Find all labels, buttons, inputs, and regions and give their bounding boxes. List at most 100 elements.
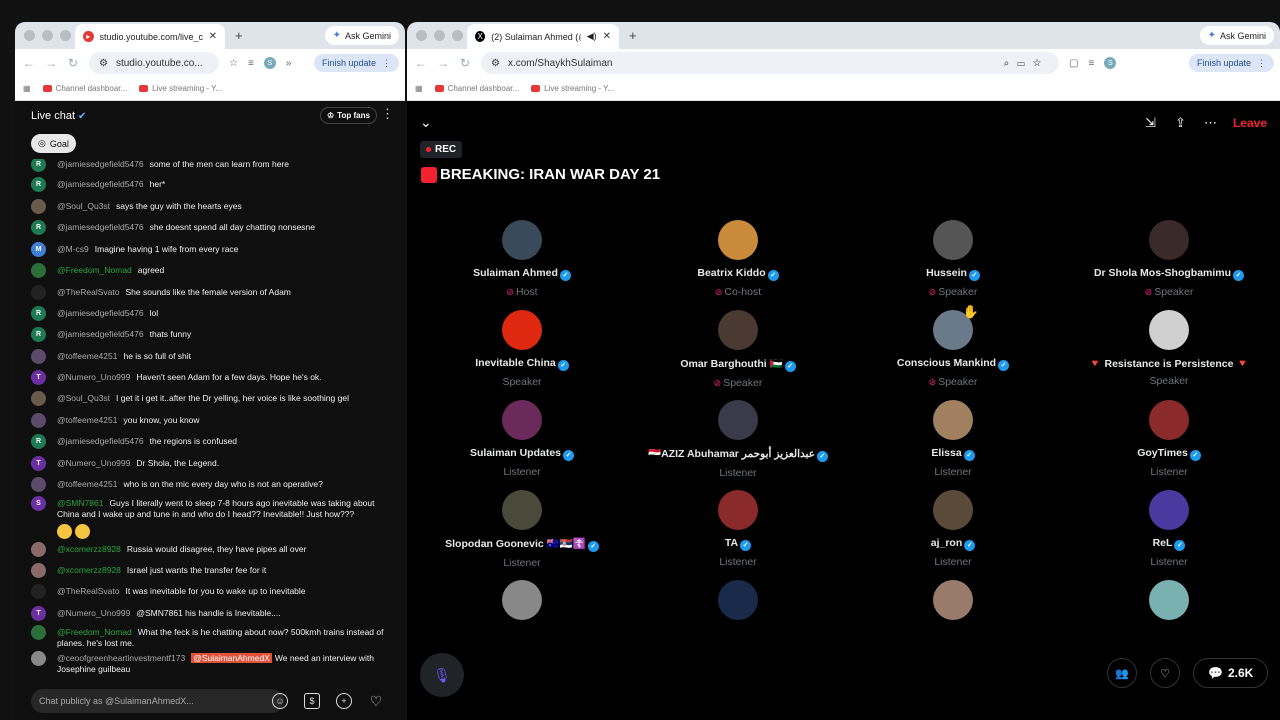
chat-message[interactable]: R @jamiesedgefield5476 thats funny bbox=[31, 327, 391, 342]
apps-grid-icon[interactable]: ▦ bbox=[23, 84, 31, 93]
chat-username[interactable]: @jamiesedgefield5476 bbox=[57, 179, 144, 189]
chat-avatar[interactable]: R bbox=[31, 177, 46, 192]
profile-avatar[interactable]: S bbox=[1104, 57, 1117, 69]
window-controls[interactable] bbox=[15, 30, 75, 41]
chat-input[interactable]: Chat publicly as @SulaimanAhmedX... bbox=[31, 689, 284, 713]
new-tab-button[interactable]: + bbox=[629, 28, 637, 43]
chat-message[interactable]: T @Numero_Uno999 Dr Shola, the Legend. bbox=[31, 456, 391, 471]
site-settings-icon[interactable]: ⚙ bbox=[491, 58, 500, 69]
chat-avatar[interactable]: R bbox=[31, 159, 46, 172]
chat-avatar[interactable]: M bbox=[31, 242, 46, 257]
chat-username[interactable]: @toffeeme4251 bbox=[57, 415, 117, 425]
chat-username[interactable]: @xcomerzz8928 bbox=[57, 544, 121, 554]
chat-message[interactable]: @xcomerzz8928 Russia would disagree, they… bbox=[31, 542, 391, 557]
chat-message[interactable]: @toffeeme4251 he is so full of shit bbox=[31, 349, 391, 364]
live-chat-title[interactable]: Live chat ✔ bbox=[31, 110, 86, 122]
chat-username[interactable]: @SMN7861 bbox=[57, 498, 103, 508]
chat-username[interactable]: @M-cs9 bbox=[57, 244, 89, 254]
chat-message[interactable]: R @jamiesedgefield5476 lol bbox=[31, 306, 391, 321]
chat-username[interactable]: @Numero_Uno999 bbox=[57, 608, 130, 618]
ask-gemini-button[interactable]: ✦ Ask Gemini bbox=[324, 26, 399, 45]
window-controls[interactable] bbox=[407, 30, 467, 41]
participant-card[interactable]: 🔻 Resistance is Persistence 🔻 Speaker bbox=[1069, 310, 1269, 387]
finish-update-button[interactable]: Finish update ⋮ bbox=[313, 54, 399, 72]
chat-avatar[interactable] bbox=[31, 651, 46, 666]
cast-icon[interactable]: ▭ bbox=[1017, 58, 1033, 69]
participant-avatar[interactable] bbox=[1149, 400, 1189, 440]
add-icon[interactable]: + bbox=[336, 693, 352, 709]
chat-avatar[interactable]: R bbox=[31, 306, 46, 321]
chat-message[interactable]: M @M-cs9 Imagine having 1 wife from every … bbox=[31, 242, 391, 257]
participant-card[interactable] bbox=[1069, 580, 1269, 620]
emoji-icon[interactable]: ☺ bbox=[272, 693, 288, 709]
address-bar[interactable]: ⚙ studio.youtube.co... bbox=[89, 52, 219, 74]
participant-card[interactable]: ReL ✓ Listener bbox=[1069, 490, 1269, 568]
zoom-icon[interactable]: ⌕ bbox=[1004, 58, 1018, 69]
participant-card[interactable]: Elissa ✓ Listener bbox=[853, 400, 1053, 478]
participant-avatar[interactable] bbox=[933, 400, 973, 440]
chat-avatar[interactable] bbox=[31, 263, 46, 278]
chat-username[interactable]: @jamiesedgefield5476 bbox=[57, 159, 144, 169]
participant-avatar[interactable] bbox=[718, 490, 758, 530]
participant-card[interactable] bbox=[638, 580, 838, 620]
chat-message[interactable]: @Freedom_Nomad What the feck is he chatti… bbox=[31, 625, 391, 649]
share-icon[interactable]: ⇪ bbox=[1175, 115, 1186, 131]
participant-card[interactable]: ✋ Conscious Mankind ✓ ⊘ Speaker bbox=[853, 304, 1053, 388]
participant-card[interactable]: Inevitable China ✓ Speaker bbox=[422, 310, 622, 388]
chat-message[interactable]: T @Numero_Uno999 @SMN7861 his handle is In… bbox=[31, 606, 391, 621]
chat-avatar[interactable] bbox=[31, 391, 46, 406]
close-tab-icon[interactable]: ✕ bbox=[603, 31, 611, 42]
chat-avatar[interactable]: T bbox=[31, 370, 46, 385]
super-chat-icon[interactable]: $ bbox=[304, 693, 320, 709]
minimize-window-button[interactable] bbox=[434, 30, 445, 41]
forward-icon[interactable]: → bbox=[45, 56, 57, 70]
close-tab-icon[interactable]: ✕ bbox=[209, 31, 217, 42]
participant-avatar[interactable] bbox=[502, 220, 542, 260]
extensions-icon[interactable]: ▢ bbox=[1069, 58, 1078, 69]
participant-card[interactable] bbox=[422, 580, 622, 620]
participant-avatar[interactable] bbox=[1149, 220, 1189, 260]
chat-message[interactable]: @Soul_Qu3st says the guy with the hearts … bbox=[31, 199, 391, 214]
chat-username[interactable]: @TheRealSvato bbox=[57, 586, 120, 596]
participant-avatar[interactable] bbox=[718, 580, 758, 620]
tab-youtube-studio[interactable]: ▸ studio.youtube.com/live_chat ✕ bbox=[75, 24, 225, 49]
address-bar[interactable]: ⚙ x.com/ShaykhSulaiman ⌕▭☆ bbox=[481, 52, 1059, 74]
chat-avatar[interactable] bbox=[31, 199, 46, 214]
tab-x-profile[interactable]: X (2) Sulaiman Ahmed (@ShaykhSulaiman ◀)… bbox=[467, 24, 619, 49]
chat-username[interactable]: @Numero_Uno999 bbox=[57, 458, 130, 468]
participant-card[interactable]: GoyTimes ✓ Listener bbox=[1069, 400, 1269, 478]
chat-avatar[interactable]: S bbox=[31, 496, 46, 511]
reactions-button[interactable]: ♡ bbox=[1150, 658, 1180, 688]
chat-avatar[interactable] bbox=[31, 413, 46, 428]
participant-card[interactable]: Sulaiman Ahmed ✓ ⊘ Host bbox=[422, 220, 622, 298]
chat-message[interactable]: R @jamiesedgefield5476 some of the men can… bbox=[31, 159, 391, 172]
reading-list-icon[interactable]: ≡ bbox=[1088, 58, 1094, 69]
reload-icon[interactable]: ↻ bbox=[459, 56, 471, 70]
participant-card[interactable]: Beatrix Kiddo ✓ ⊘ Co-host bbox=[638, 220, 838, 298]
participant-card[interactable]: Omar Barghouthi 🇵🇸 ✓ ⊘ Speaker bbox=[638, 310, 838, 389]
site-settings-icon[interactable]: ⚙ bbox=[99, 58, 108, 69]
participant-avatar[interactable] bbox=[1149, 490, 1189, 530]
chat-message[interactable]: @xcomerzz8928 Israel just wants the trans… bbox=[31, 563, 391, 578]
chat-avatar[interactable]: T bbox=[31, 606, 46, 621]
bookmark-live-streaming[interactable]: Live streaming - Y... bbox=[139, 84, 222, 93]
participant-avatar[interactable] bbox=[933, 220, 973, 260]
chat-username[interactable]: @Numero_Uno999 bbox=[57, 372, 130, 382]
browser-menu-icon[interactable]: ⋮ bbox=[1257, 58, 1266, 69]
leave-button[interactable]: Leave bbox=[1233, 116, 1267, 130]
chat-message[interactable]: @TheRealSvato She sounds like the female … bbox=[31, 285, 391, 300]
chat-username[interactable]: @jamiesedgefield5476 bbox=[57, 222, 144, 232]
forward-icon[interactable]: → bbox=[437, 56, 449, 70]
chat-avatar[interactable]: T bbox=[31, 456, 46, 471]
chat-avatar[interactable] bbox=[31, 477, 46, 492]
collapse-chevron-icon[interactable]: ⌄ bbox=[420, 114, 432, 131]
chat-mention[interactable]: @SulaimanAhmedX bbox=[191, 653, 272, 663]
chat-username[interactable]: @Freedom_Nomad bbox=[57, 265, 132, 275]
chat-avatar[interactable]: R bbox=[31, 327, 46, 342]
participant-avatar[interactable] bbox=[718, 310, 758, 350]
chat-message[interactable]: @TheRealSvato It was inevitable for you t… bbox=[31, 584, 391, 599]
minimize-space-icon[interactable]: ⇲ bbox=[1145, 115, 1156, 131]
participant-avatar[interactable] bbox=[1149, 580, 1189, 620]
chat-message-list[interactable]: R @jamiesedgefield5476 some of the men can… bbox=[15, 159, 405, 686]
chat-avatar[interactable]: R bbox=[31, 434, 46, 449]
